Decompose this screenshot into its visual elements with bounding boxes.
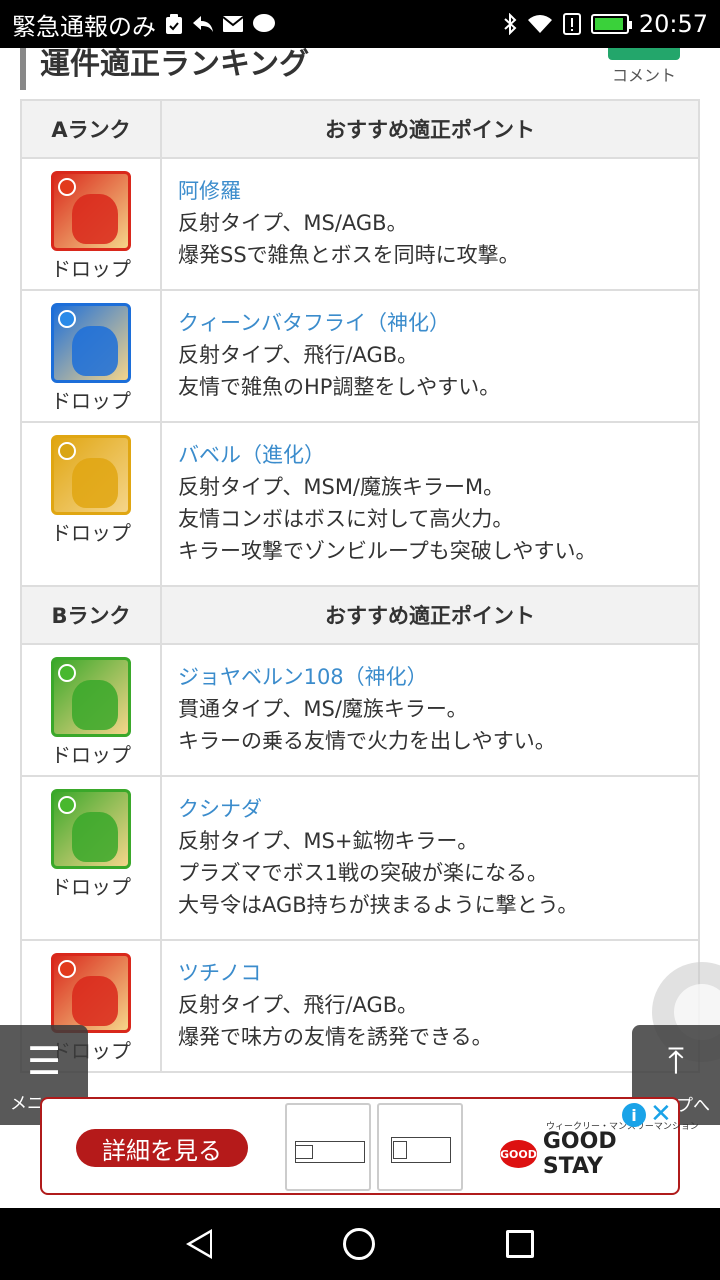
menu-icon: ☰ xyxy=(26,1039,62,1083)
floor-plan-image-2 xyxy=(377,1103,463,1191)
wifi-icon xyxy=(527,14,553,34)
clock: 20:57 xyxy=(638,10,708,38)
page-content: 運件適正ランキング コメント Aランク おすすめ適正ポイント ドロップ 阿修羅 反射タイ… xyxy=(0,48,720,1208)
comment-button[interactable]: コメント xyxy=(608,48,680,90)
point-line: キラー攻撃でゾンビループも突破しやすい。 xyxy=(178,539,597,563)
character-portrait xyxy=(72,194,118,244)
ranking-table: Aランク おすすめ適正ポイント ドロップ 阿修羅 反射タイプ、MS/AGB。 爆発SSで雑… xyxy=(20,99,700,1073)
comment-label: コメント xyxy=(611,66,676,85)
character-cell: ドロップ xyxy=(20,157,162,291)
point-line: プラズマでボス1戦の突破が楽になる。 xyxy=(178,861,548,885)
character-icon[interactable] xyxy=(51,303,131,383)
floor-plan-image-1 xyxy=(285,1103,371,1191)
point-line: 反射タイプ、MSM/魔族キラーM。 xyxy=(178,475,505,499)
character-icon[interactable] xyxy=(51,435,131,515)
point-cell: ジョヤベルン108（神化） 貫通タイプ、MS/魔族キラー。キラーの乗る友情で火力を… xyxy=(160,643,700,777)
notification-text: 緊急通報のみ xyxy=(12,12,156,41)
point-cell: クィーンバタフライ（神化） 反射タイプ、飛行/AGB。友情で雑魚のHP調整をしやす… xyxy=(160,289,700,423)
character-portrait xyxy=(72,976,118,1026)
section-title: 運件適正ランキング xyxy=(20,48,309,90)
reply-icon xyxy=(192,15,214,33)
character-name-link[interactable]: バベル（進化） xyxy=(178,439,682,471)
ad-cta-button[interactable]: 詳細を見る xyxy=(76,1129,248,1167)
element-orb-icon xyxy=(58,178,76,196)
point-line: 爆発で味方の友情を誘発できる。 xyxy=(178,1025,493,1049)
character-icon[interactable] xyxy=(51,657,131,737)
point-cell: ツチノコ反射タイプ、飛行/AGB。爆発で味方の友情を誘発できる。 xyxy=(160,939,700,1073)
ad-banner[interactable]: 詳細を見る GOOD GOOD STAY ウィークリー・マンスリーマンション i… xyxy=(40,1097,699,1195)
character-name-link[interactable]: 阿修羅 xyxy=(178,175,682,207)
table-row: ドロップ クィーンバタフライ（神化） 反射タイプ、飛行/AGB。友情で雑魚のHP調整… xyxy=(20,289,700,423)
point-line: 反射タイプ、飛行/AGB。 xyxy=(178,343,419,367)
alert-icon xyxy=(562,13,581,35)
rank-header-row: Bランク おすすめ適正ポイント xyxy=(20,585,700,645)
element-orb-icon xyxy=(58,310,76,328)
battery-icon xyxy=(590,14,632,34)
table-row: ドロップ バベル（進化） 反射タイプ、MSM/魔族キラーM。 友情コンボはボスに対して… xyxy=(20,421,700,587)
point-line: 友情で雑魚のHP調整をしやすい。 xyxy=(178,375,501,399)
character-name-link[interactable]: クシナダ xyxy=(178,793,682,825)
bluetooth-icon xyxy=(503,13,517,35)
acquisition-label: ドロップ xyxy=(51,875,131,899)
recent-apps-icon[interactable] xyxy=(506,1230,535,1258)
character-name-link[interactable]: ジョヤベルン108（神化） xyxy=(178,661,682,693)
character-portrait xyxy=(72,812,118,862)
acquisition-label: ドロップ xyxy=(51,743,131,767)
point-line: キラーの乗る友情で火力を出しやすい。 xyxy=(178,729,556,753)
character-icon[interactable] xyxy=(51,953,131,1033)
element-orb-icon xyxy=(58,442,76,460)
point-line: 友情コンボはボスに対して高火力。 xyxy=(178,507,514,531)
point-line: 貫通タイプ、MS/魔族キラー。 xyxy=(178,697,468,721)
ad-close-icon[interactable]: ✕ xyxy=(650,1101,672,1127)
point-header: おすすめ適正ポイント xyxy=(160,585,700,645)
table-row: ドロップ ツチノコ 反射タイプ、飛行/AGB。 爆発で味方の友情を誘発できる。 xyxy=(20,939,700,1073)
point-line: 反射タイプ、MS+鉱物キラー。 xyxy=(178,829,479,853)
ad-info-icon[interactable]: i xyxy=(622,1103,646,1127)
table-row: ドロップ 阿修羅反射タイプ、MS/AGB。爆発SSで雑魚とボスを同時に攻撃。 xyxy=(20,157,700,291)
point-line: 反射タイプ、MS/AGB。 xyxy=(178,211,408,235)
character-portrait xyxy=(72,680,118,730)
arrow-up-icon: ⤒ xyxy=(668,1041,684,1082)
comment-icon xyxy=(608,48,680,60)
point-cell: 阿修羅反射タイプ、MS/AGB。爆発SSで雑魚とボスを同時に攻撃。 xyxy=(160,157,700,291)
ad-brand-name: GOOD STAY xyxy=(542,1129,617,1179)
character-name-link[interactable]: クィーンバタフライ（神化） xyxy=(178,307,682,339)
rank-header: Aランク xyxy=(20,99,162,159)
table-row: ドロップ ジョヤベルン108（神化） 貫通タイプ、MS/魔族キラー。キラーの乗る友情… xyxy=(20,643,700,777)
point-line: 反射タイプ、飛行/AGB。 xyxy=(178,993,419,1017)
character-portrait xyxy=(72,458,118,508)
acquisition-label: ドロップ xyxy=(51,257,131,281)
mail-icon xyxy=(222,15,244,33)
good-logo: GOOD xyxy=(500,1140,537,1168)
point-cell: クシナダ反射タイプ、MS+鉱物キラー。プラズマでボス1戦の突破が楽になる。大号令… xyxy=(160,775,700,941)
point-header: おすすめ適正ポイント xyxy=(160,99,700,159)
point-cell: バベル（進化） 反射タイプ、MSM/魔族キラーM。 友情コンボはボスに対して高火力。… xyxy=(160,421,700,587)
back-icon[interactable] xyxy=(185,1229,212,1259)
acquisition-label: ドロップ xyxy=(51,389,131,413)
system-nav-bar xyxy=(0,1208,720,1280)
rank-header-row: Aランク おすすめ適正ポイント xyxy=(20,99,700,159)
element-orb-icon xyxy=(58,664,76,682)
character-cell: ドロップ xyxy=(20,643,162,777)
character-icon[interactable] xyxy=(51,171,131,251)
acquisition-label: ドロップ xyxy=(51,521,131,545)
character-cell: ドロップ xyxy=(20,421,162,587)
character-cell: ドロップ xyxy=(20,289,162,423)
point-line: 大号令はAGB持ちが挟まるように撃とう。 xyxy=(178,893,579,917)
element-orb-icon xyxy=(58,960,76,978)
character-portrait xyxy=(72,326,118,376)
clipboard-icon xyxy=(164,13,184,35)
character-icon[interactable] xyxy=(51,789,131,869)
ad-brand-tag: ウィークリー・マンスリーマンション xyxy=(546,1122,699,1132)
ad-brand: GOOD GOOD STAY ウィークリー・マンスリーマンション xyxy=(500,1122,699,1179)
element-orb-icon xyxy=(58,796,76,814)
home-icon[interactable] xyxy=(342,1228,375,1260)
character-name-link[interactable]: ツチノコ xyxy=(178,957,682,989)
table-row: ドロップ クシナダ反射タイプ、MS+鉱物キラー。プラズマでボス1戦の突破が楽になる… xyxy=(20,775,700,941)
line-icon xyxy=(252,13,276,35)
rank-header: Bランク xyxy=(20,585,162,645)
character-cell: ドロップ xyxy=(20,775,162,941)
point-line: 爆発SSで雑魚とボスを同時に攻撃。 xyxy=(178,243,520,267)
status-bar: 緊急通報のみ 20:57 xyxy=(0,0,720,48)
